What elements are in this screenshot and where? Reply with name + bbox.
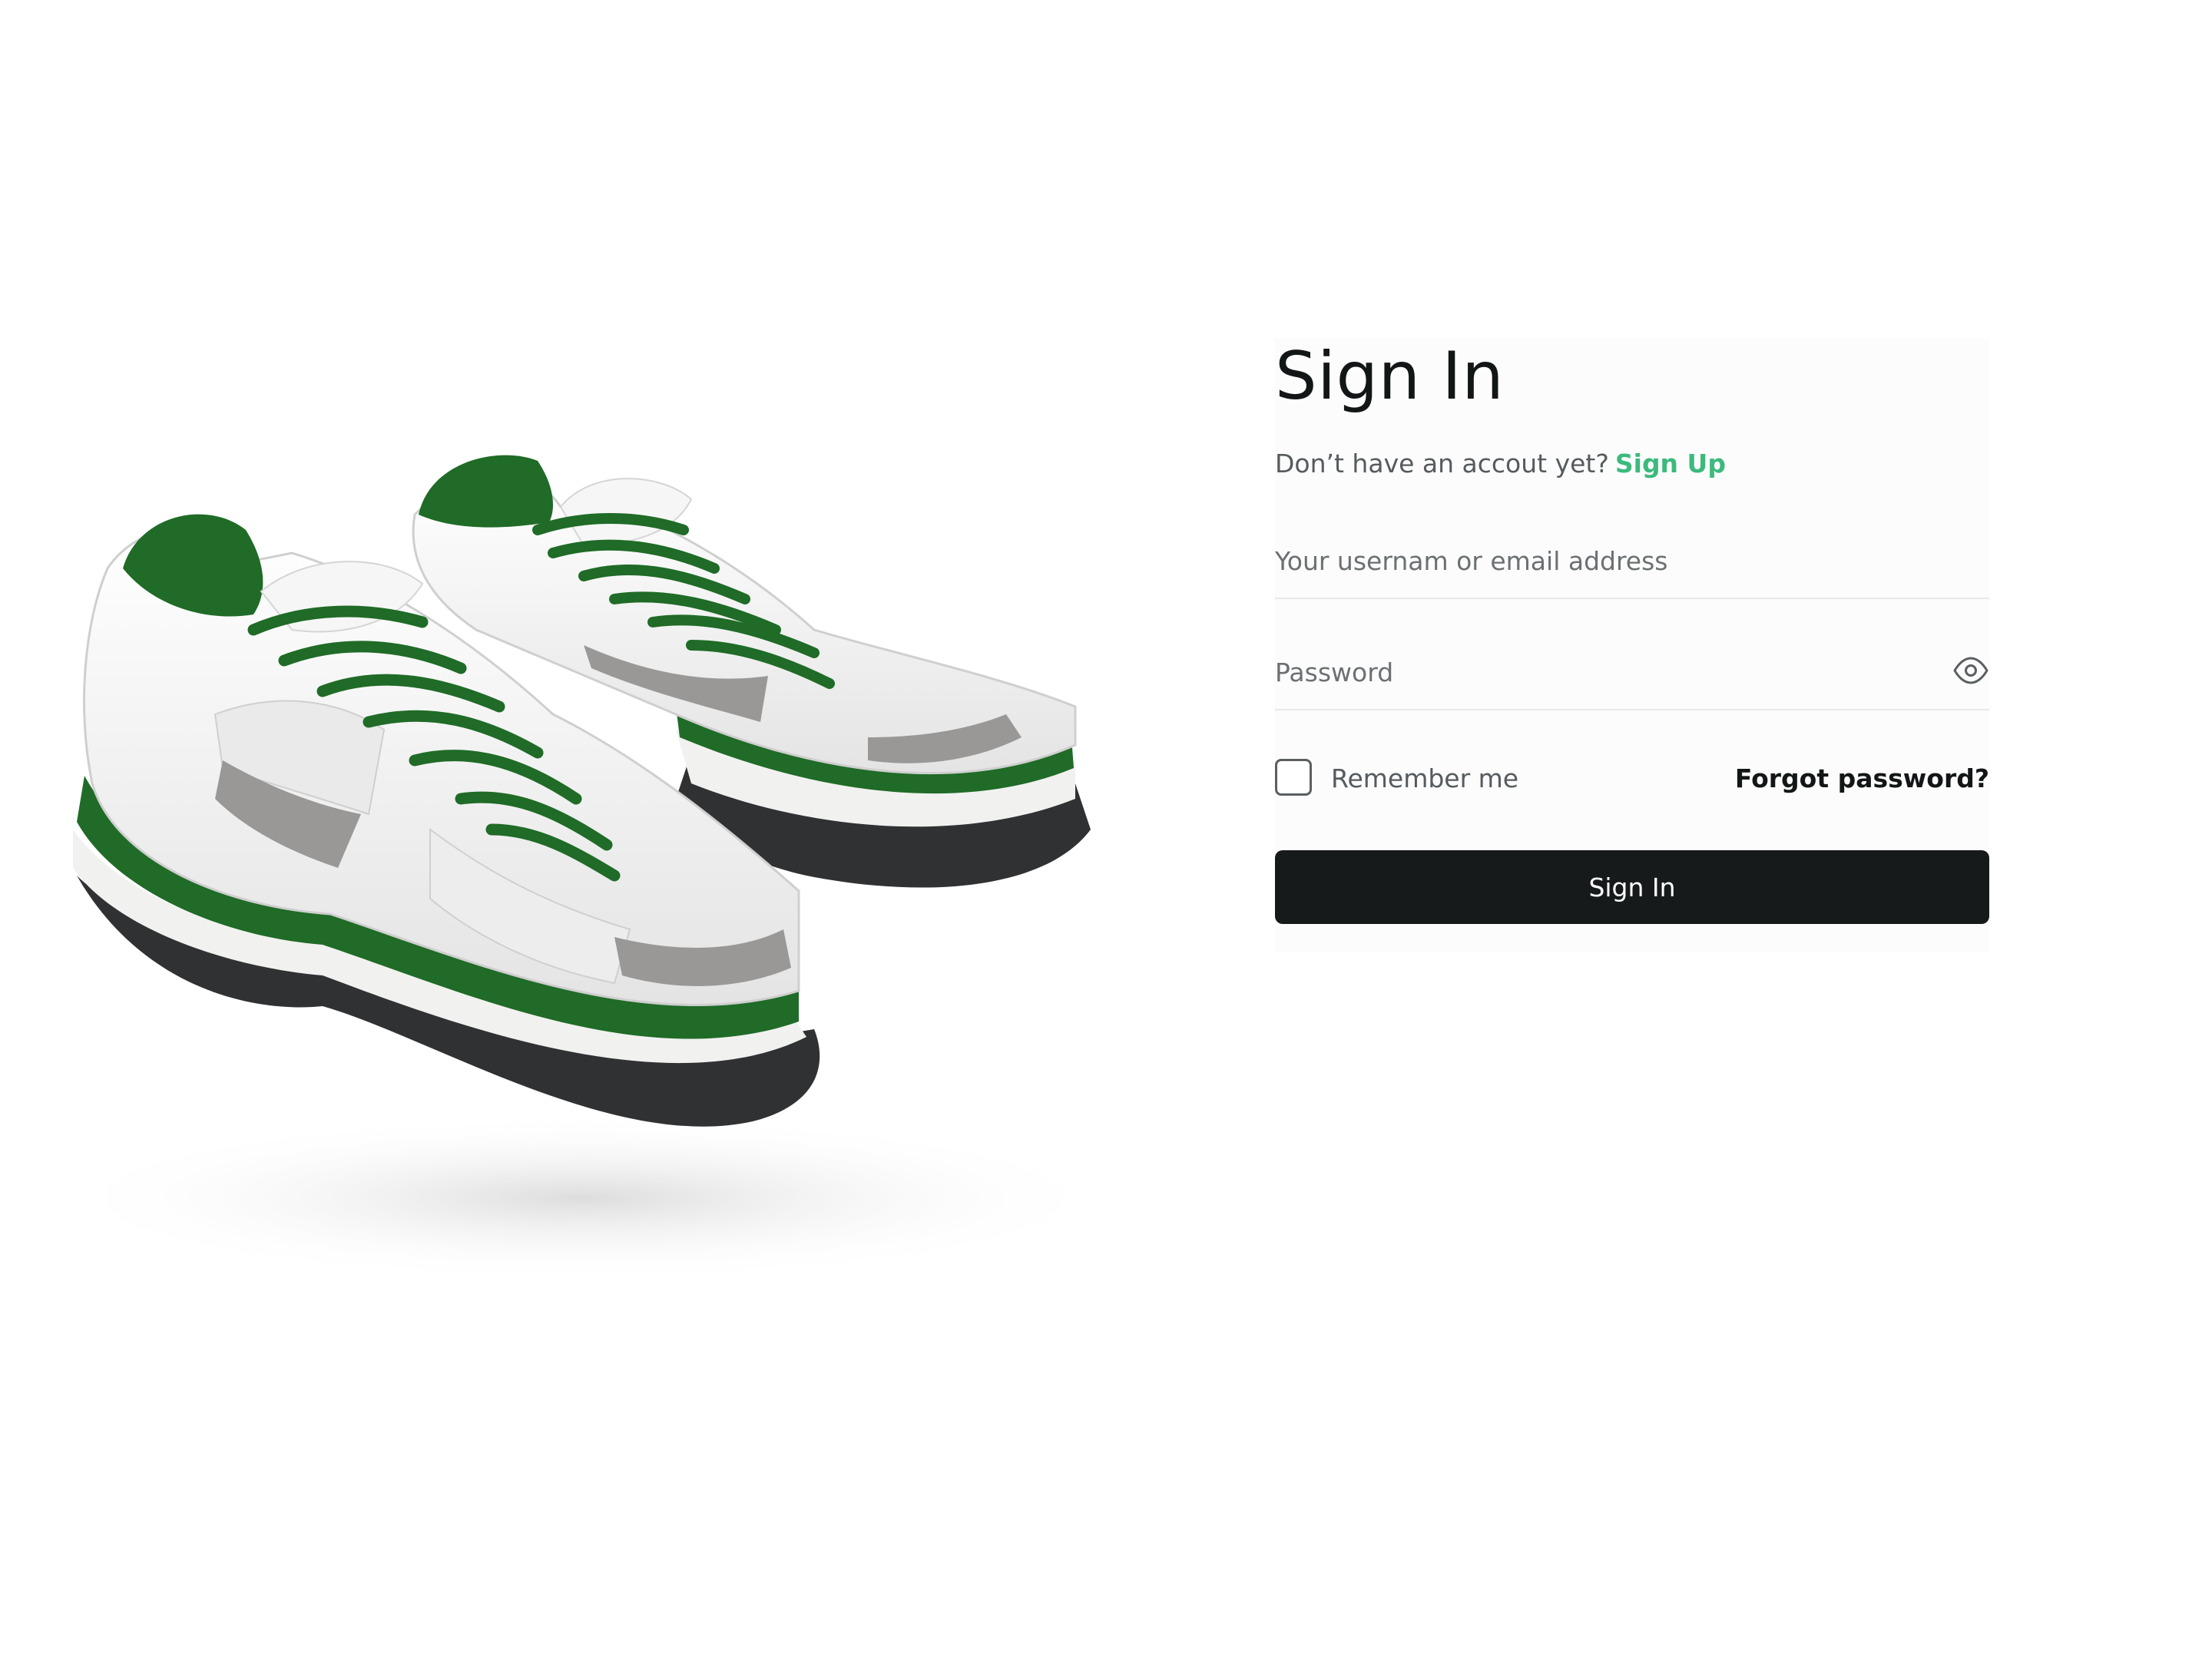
password-input[interactable] [1275,649,1905,695]
signup-prompt: Don’t have an accout yet? Sign Up [1275,447,1726,481]
remember-me-label: Remember me [1331,763,1519,793]
page-title: Sign In [1275,338,1505,415]
password-field [1275,641,1989,710]
remember-me-checkbox[interactable] [1275,759,1312,796]
username-input[interactable] [1275,538,1905,584]
sign-in-button[interactable]: Sign In [1275,850,1989,924]
eye-icon[interactable] [1952,652,1989,689]
username-field [1275,530,1989,599]
sign-up-link[interactable]: Sign Up [1615,449,1726,478]
signup-prompt-text: Don’t have an accout yet? [1275,449,1609,478]
sign-in-page: Sign In Don’t have an accout yet? Sign Up… [0,0,2212,1659]
form-options: Remember me Forgot password? [1275,759,1989,799]
sneakers-image [0,399,1152,1321]
sign-in-form: Sign In Don’t have an accout yet? Sign Up… [1275,338,1989,952]
forgot-password-link[interactable]: Forgot password? [1735,762,1989,796]
